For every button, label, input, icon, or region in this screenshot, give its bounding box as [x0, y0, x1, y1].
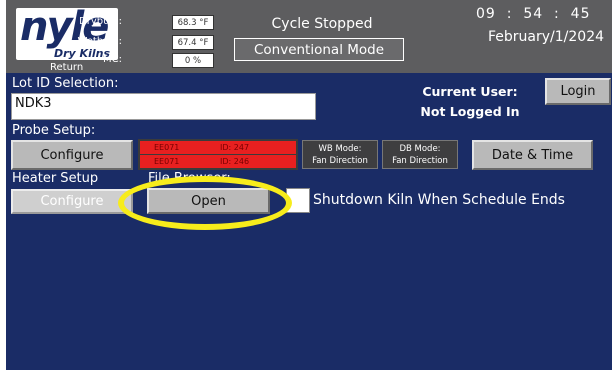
db-mode-title: DB Mode:	[399, 144, 441, 154]
mc-label: MC:	[103, 54, 122, 65]
db-mode-box[interactable]: DB Mode: Fan Direction	[382, 140, 458, 169]
file-browser-open-button[interactable]: Open	[147, 188, 270, 214]
header-bar: nyle Dry Kilns Return Drybulb: 68.3 °F W…	[6, 0, 616, 73]
lot-id-label: Lot ID Selection:	[12, 76, 119, 91]
current-user-label: Current User:	[422, 84, 518, 99]
clock-date: February/1/2024	[488, 29, 605, 45]
wetbulb-label: Wetbulb:	[77, 36, 122, 47]
shutdown-kiln-label: Shutdown Kiln When Schedule Ends	[313, 192, 565, 208]
probe-id: ID: 246	[220, 157, 250, 166]
mc-value: 0 %	[172, 53, 214, 68]
probe-status-row: EE071 ID: 247	[140, 141, 296, 154]
wb-mode-value: Fan Direction	[312, 156, 368, 166]
cycle-status: Cycle Stopped	[271, 16, 373, 32]
probe-code: EE071	[154, 143, 180, 152]
mode-button[interactable]: Conventional Mode	[234, 38, 404, 61]
wetbulb-value: 67.4 °F	[172, 35, 214, 50]
shutdown-kiln-checkbox[interactable]	[286, 188, 310, 213]
lot-id-input[interactable]: NDK3	[11, 93, 316, 120]
probe-code: EE071	[154, 157, 180, 166]
probe-configure-button[interactable]: Configure	[11, 140, 133, 170]
probe-setup-label: Probe Setup:	[12, 123, 96, 138]
file-browser-label: File Browser:	[148, 171, 231, 186]
probe-status-panel: EE071 ID: 247 EE071 ID: 246	[138, 139, 298, 170]
heater-setup-label: Heater Setup	[12, 171, 99, 186]
db-mode-value: Fan Direction	[392, 156, 448, 166]
probe-status-row: EE071 ID: 246	[140, 155, 296, 168]
drybulb-value: 68.3 °F	[172, 15, 214, 30]
current-user-value: Not Logged In	[420, 104, 520, 119]
drybulb-label: Drybulb:	[79, 16, 122, 27]
probe-id: ID: 247	[220, 143, 250, 152]
date-time-button[interactable]: Date & Time	[472, 140, 593, 170]
wb-mode-box[interactable]: WB Mode: Fan Direction	[302, 140, 378, 169]
login-button[interactable]: Login	[545, 78, 611, 105]
heater-configure-button[interactable]: Configure	[11, 189, 133, 214]
clock-time: 09 : 54 : 45 AM	[476, 6, 616, 22]
wb-mode-title: WB Mode:	[318, 144, 362, 154]
